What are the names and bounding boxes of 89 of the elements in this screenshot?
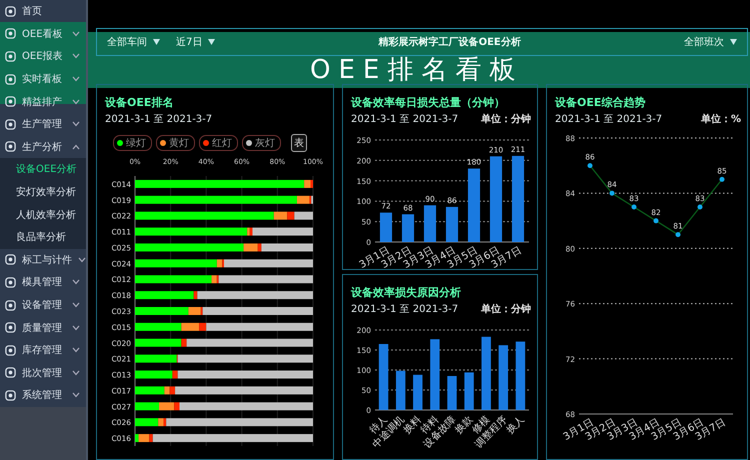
axis-label: 换人 bbox=[504, 414, 527, 436]
data-point bbox=[610, 190, 614, 196]
caret-icon bbox=[730, 39, 737, 45]
unit-label: 单位：分钟 bbox=[481, 302, 531, 316]
menu-item[interactable]: 质量管理 bbox=[0, 316, 86, 339]
dashboard-title: 精彩展示树字工厂设备OEE分析 bbox=[377, 35, 522, 49]
chevron-icon bbox=[72, 30, 80, 37]
unit-label: 单位：分钟 bbox=[481, 112, 531, 126]
bar bbox=[516, 342, 526, 410]
caret-icon bbox=[208, 39, 216, 45]
chevron-icon bbox=[72, 98, 80, 105]
chevron-icon bbox=[72, 370, 80, 376]
menu-item[interactable]: 精益排产 bbox=[0, 90, 86, 113]
menu-item-icon bbox=[5, 28, 16, 40]
menu-item-icon bbox=[5, 50, 16, 62]
menu-item[interactable]: OEE看板 bbox=[0, 22, 86, 46]
chevron-icon bbox=[72, 392, 80, 398]
panel-title: 设备效率每日损失总量（分钟） bbox=[351, 95, 506, 110]
bar bbox=[424, 205, 436, 242]
panel-title: 设备OEE综合趋势 bbox=[555, 95, 646, 110]
menu-item-icon bbox=[5, 254, 16, 266]
menu-item-icon bbox=[5, 96, 16, 108]
bar bbox=[464, 372, 474, 410]
bar bbox=[430, 339, 440, 410]
bar bbox=[498, 345, 508, 410]
chevron-icon bbox=[72, 121, 80, 128]
caret-icon bbox=[153, 39, 160, 45]
legend-item[interactable]: 黄灯 bbox=[156, 135, 195, 151]
menu-item-icon bbox=[5, 118, 16, 130]
menu-item-icon bbox=[5, 300, 16, 311]
menu-item[interactable]: 标工与计件 bbox=[0, 248, 86, 272]
unit-label: 单位：% bbox=[700, 112, 741, 126]
menu-item-icon bbox=[5, 322, 16, 334]
menu-item-icon bbox=[5, 367, 16, 378]
menu-item[interactable]: 设备管理 bbox=[0, 294, 86, 316]
panel-title: 设备OEE排名 bbox=[105, 95, 174, 110]
bar bbox=[446, 206, 458, 242]
bar bbox=[378, 344, 388, 410]
chevron-icon bbox=[72, 76, 80, 82]
filter-dropdown[interactable]: 全部班次 bbox=[684, 35, 737, 49]
date-range: 2021-3-1 至 2021-3-7 bbox=[555, 113, 662, 126]
data-point bbox=[632, 204, 636, 210]
chevron-icon bbox=[72, 144, 80, 150]
menu-item[interactable]: 批次管理 bbox=[0, 362, 86, 384]
menu-item-icon bbox=[5, 276, 16, 288]
legend-item[interactable]: 灰灯 bbox=[242, 135, 281, 151]
date-range: 2021-3-1 至 2021-3-7 bbox=[351, 113, 458, 126]
chevron-icon bbox=[72, 53, 80, 60]
chevron-icon bbox=[72, 279, 80, 286]
menu-item-icon bbox=[5, 6, 16, 17]
bar bbox=[413, 374, 422, 410]
banner-title: OEE排名看板 bbox=[310, 56, 524, 84]
filter-dropdown[interactable]: 全部车间 bbox=[107, 35, 160, 49]
menu-item[interactable]: 人机效率分析 bbox=[0, 203, 86, 226]
bar bbox=[447, 376, 457, 410]
data-point bbox=[720, 176, 724, 182]
chevron-icon bbox=[78, 256, 86, 263]
bar bbox=[396, 370, 406, 410]
data-point bbox=[698, 204, 702, 210]
data-point bbox=[676, 232, 680, 238]
date-range: 2021-3-1 至 2021-3-7 bbox=[105, 113, 212, 126]
menu-item-icon bbox=[5, 390, 16, 401]
menu-item[interactable]: 安灯效率分析 bbox=[0, 180, 86, 204]
table-view-button[interactable]: 表 bbox=[291, 134, 307, 152]
chevron-icon bbox=[72, 324, 80, 331]
chevron-icon bbox=[72, 347, 80, 354]
menu-item[interactable]: 模具管理 bbox=[0, 271, 86, 294]
date-range: 2021-3-1 至 2021-3-7 bbox=[351, 303, 458, 316]
menu-item[interactable]: OEE报表 bbox=[0, 45, 86, 68]
menu-item[interactable]: 系统管理 bbox=[0, 384, 86, 407]
menu-item[interactable]: 设备OEE分析 bbox=[0, 158, 86, 181]
menu-item-icon bbox=[5, 344, 16, 356]
menu-item[interactable]: 实时看板 bbox=[0, 68, 86, 90]
menu-item-icon bbox=[5, 74, 16, 85]
bar bbox=[380, 212, 392, 242]
legend-item[interactable]: 绿灯 bbox=[113, 135, 152, 151]
menu-item[interactable]: 良品率分析 bbox=[0, 226, 86, 249]
legend-item[interactable]: 红灯 bbox=[199, 135, 238, 151]
menu-item[interactable]: 库存管理 bbox=[0, 338, 86, 362]
chevron-icon bbox=[72, 302, 80, 308]
bar bbox=[402, 214, 414, 242]
filter-dropdown[interactable]: 近7日 bbox=[176, 35, 216, 49]
menu-item-icon bbox=[5, 141, 16, 152]
data-point bbox=[654, 218, 658, 224]
data-point bbox=[588, 163, 592, 168]
menu-item[interactable]: 生产管理 bbox=[0, 112, 86, 136]
panel-title: 设备效率损失原因分析 bbox=[351, 285, 462, 300]
menu-item[interactable]: 生产分析 bbox=[0, 136, 86, 158]
menu-item[interactable]: 首页 bbox=[0, 0, 86, 23]
